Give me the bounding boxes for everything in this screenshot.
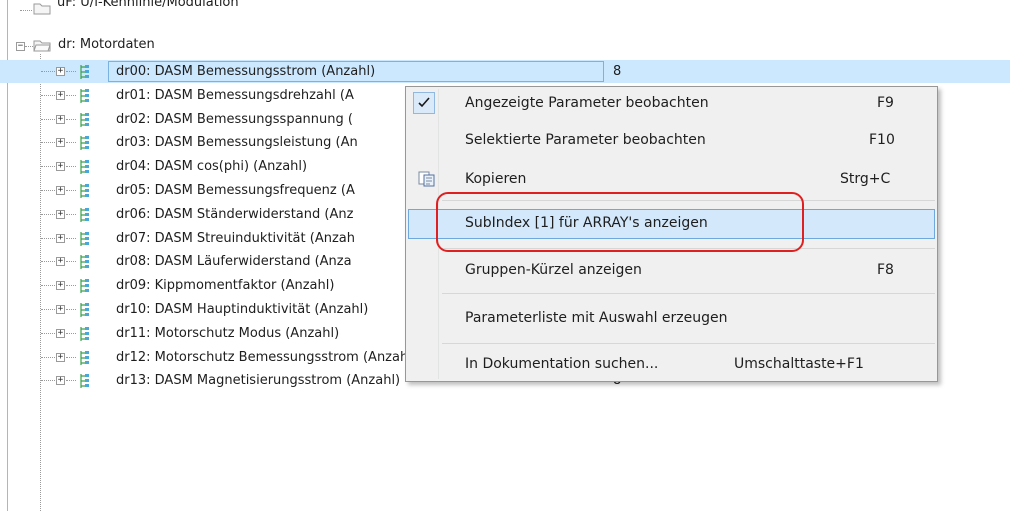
tree-row[interactable]: + dr00: DASM Bemessungsstrom (Anzahl) 8 bbox=[0, 61, 1010, 83]
expand-icon[interactable]: + bbox=[56, 162, 65, 171]
folder-icon bbox=[33, 2, 51, 15]
menu-separator bbox=[442, 293, 935, 294]
tree-row-label: dr08: DASM Läuferwiderstand (Anza bbox=[116, 254, 352, 269]
tree-row-label: dr13: DASM Magnetisierungsstrom (Anzahl) bbox=[116, 373, 401, 388]
parameter-icon bbox=[79, 88, 91, 104]
checkmark-icon bbox=[413, 92, 435, 114]
menu-item-parameterliste[interactable]: Parameterliste mit Auswahl erzeugen bbox=[408, 304, 935, 334]
tree-row-label: dr12: Motorschutz Bemessungsstrom (Anzah… bbox=[116, 350, 417, 365]
parameter-icon bbox=[79, 373, 91, 389]
parameter-icon bbox=[79, 326, 91, 342]
expand-icon[interactable]: + bbox=[56, 115, 65, 124]
expand-icon[interactable]: + bbox=[56, 257, 65, 266]
tree-group-motordaten[interactable]: dr: Motordaten bbox=[58, 37, 155, 52]
tree-row-label: dr02: DASM Bemessungsspannung ( bbox=[116, 112, 353, 127]
menu-separator bbox=[442, 343, 935, 344]
expand-icon[interactable]: + bbox=[56, 353, 65, 362]
tree-row-label: dr06: DASM Ständerwiderstand (Anz bbox=[116, 207, 354, 222]
expand-icon[interactable]: + bbox=[56, 210, 65, 219]
expand-icon[interactable]: + bbox=[56, 67, 65, 76]
parameter-icon bbox=[79, 231, 91, 247]
tree-row-label: dr01: DASM Bemessungsdrehzahl (A bbox=[116, 88, 354, 103]
expand-icon[interactable]: + bbox=[56, 281, 65, 290]
expand-icon[interactable]: + bbox=[56, 329, 65, 338]
parameter-icon bbox=[79, 278, 91, 294]
collapse-icon[interactable]: − bbox=[16, 42, 25, 51]
tree-row-label: dr04: DASM cos(phi) (Anzahl) bbox=[116, 159, 308, 174]
expand-icon[interactable]: + bbox=[56, 138, 65, 147]
tree-row-value: 8 bbox=[613, 64, 622, 79]
menu-item-selektierte-beobachten[interactable]: Selektierte Parameter beobachten F10 bbox=[408, 126, 935, 156]
menu-item-dokumentation-suchen[interactable]: In Dokumentation suchen... Umschalttaste… bbox=[408, 350, 935, 380]
highlight-annotation bbox=[436, 192, 804, 252]
menu-item-angezeigte-beobachten[interactable]: Angezeigte Parameter beobachten F9 bbox=[408, 89, 935, 119]
parameter-icon bbox=[79, 159, 91, 175]
tree-row-label: dr00: DASM Bemessungsstrom (Anzahl) bbox=[116, 64, 376, 79]
tree-row-label: dr09: Kippmomentfaktor (Anzahl) bbox=[116, 278, 335, 293]
parameter-icon bbox=[79, 135, 91, 151]
parameter-icon bbox=[79, 112, 91, 128]
parameter-icon bbox=[79, 254, 91, 270]
tree-row-label: dr07: DASM Streuinduktivität (Anzah bbox=[116, 231, 355, 246]
menu-item-kopieren[interactable]: Kopieren Strg+C bbox=[408, 165, 935, 195]
tree-row-label: dr03: DASM Bemessungsleistung (An bbox=[116, 135, 358, 150]
parameter-icon bbox=[79, 350, 91, 366]
expand-icon[interactable]: + bbox=[56, 186, 65, 195]
expand-icon[interactable]: + bbox=[56, 91, 65, 100]
parameter-icon bbox=[79, 207, 91, 223]
tree-row-label: dr05: DASM Bemessungsfrequenz (A bbox=[116, 183, 355, 198]
tree-row-label: dr10: DASM Hauptinduktivität (Anzahl) bbox=[116, 302, 369, 317]
parameter-icon bbox=[79, 64, 91, 80]
expand-icon[interactable]: + bbox=[56, 376, 65, 385]
menu-item-gruppen-kuerzel[interactable]: Gruppen-Kürzel anzeigen F8 bbox=[408, 256, 935, 286]
tree-row-label: dr11: Motorschutz Modus (Anzahl) bbox=[116, 326, 340, 341]
copy-icon bbox=[418, 171, 436, 191]
parameter-icon bbox=[79, 302, 91, 318]
tree-item-uf[interactable]: uF: U/f-Kennlinie/Modulation bbox=[57, 0, 239, 10]
expand-icon[interactable]: + bbox=[56, 305, 65, 314]
expand-icon[interactable]: + bbox=[56, 234, 65, 243]
parameter-icon bbox=[79, 183, 91, 199]
folder-open-icon bbox=[33, 39, 51, 52]
